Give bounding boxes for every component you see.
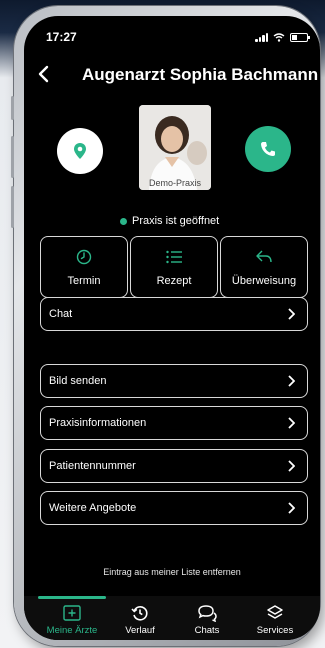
tab-chats-label: Chats [194, 625, 220, 636]
wifi-icon [273, 32, 285, 42]
history-icon [131, 606, 148, 621]
chevron-right-icon [288, 460, 295, 472]
layers-icon [267, 605, 283, 619]
ueberweisung-button[interactable]: Überweisung [220, 236, 308, 298]
location-pin-icon [74, 143, 86, 159]
remove-entry-link[interactable]: Eintrag aus meiner Liste entfernen [24, 567, 320, 577]
patientennummer-label: Patientennummer [49, 460, 136, 472]
location-button[interactable] [57, 128, 103, 174]
termin-label: Termin [67, 275, 101, 287]
volume-up-button [11, 136, 14, 178]
chevron-right-icon [288, 417, 295, 429]
list-icon [166, 250, 182, 264]
status-bar: 17:27 [24, 30, 320, 46]
tab-services[interactable]: Services [240, 604, 310, 636]
status-icons [255, 32, 310, 42]
volume-down-button [11, 186, 14, 228]
bottom-tab-bar: Meine Ärzte Verlauf Chats Services [24, 596, 320, 640]
doctor-photo: Demo-Praxis [139, 105, 211, 190]
tab-meine-aerzte-label: Meine Ärzte [46, 625, 98, 636]
praxisinformationen-row[interactable]: Praxisinformationen [40, 406, 308, 440]
active-tab-indicator [38, 596, 106, 599]
phone-icon [261, 142, 275, 156]
page-title: Augenarzt Sophia Bachmann [82, 65, 319, 84]
tab-meine-aerzte[interactable]: Meine Ärzte [37, 604, 107, 636]
cellular-signal-icon [255, 32, 268, 42]
ueberweisung-label: Überweisung [231, 275, 297, 287]
battery-icon [290, 32, 310, 42]
app-screen: 17:27 Augenarzt Sophia Bachmann Demo-Pra… [24, 16, 320, 640]
tab-chats[interactable]: Chats [172, 604, 242, 636]
chevron-right-icon [288, 375, 295, 387]
chat-row[interactable]: Chat [40, 297, 308, 331]
patientennummer-row[interactable]: Patientennummer [40, 449, 308, 483]
tab-verlauf[interactable]: Verlauf [105, 604, 175, 636]
rezept-label: Rezept [156, 275, 192, 287]
call-button[interactable] [245, 126, 291, 172]
chevron-right-icon [288, 308, 295, 320]
status-text: Praxis ist geöffnet [132, 215, 220, 227]
weitere-angebote-label: Weitere Angebote [49, 502, 137, 514]
tab-verlauf-label: Verlauf [125, 625, 155, 636]
chevron-right-icon [288, 502, 295, 514]
termin-button[interactable]: Termin [40, 236, 128, 298]
status-time: 17:27 [46, 30, 77, 44]
chat-bubbles-icon [198, 605, 217, 622]
bild-senden-label: Bild senden [49, 375, 107, 387]
rezept-button[interactable]: Rezept [130, 236, 218, 298]
praxisinformationen-label: Praxisinformationen [49, 417, 147, 429]
mute-switch [11, 96, 14, 120]
weitere-angebote-row[interactable]: Weitere Angebote [40, 491, 308, 525]
back-chevron-icon[interactable] [36, 64, 52, 84]
status-dot [120, 217, 127, 225]
practice-open-status: Praxis ist geöffnet [120, 215, 219, 227]
forward-arrow-icon [256, 250, 272, 263]
photo-caption: Demo-Praxis [148, 178, 201, 188]
tab-services-label: Services [256, 625, 294, 636]
clock-icon [76, 249, 92, 265]
chat-label: Chat [49, 308, 73, 320]
bild-senden-row[interactable]: Bild senden [40, 364, 308, 398]
add-square-icon [63, 605, 81, 621]
